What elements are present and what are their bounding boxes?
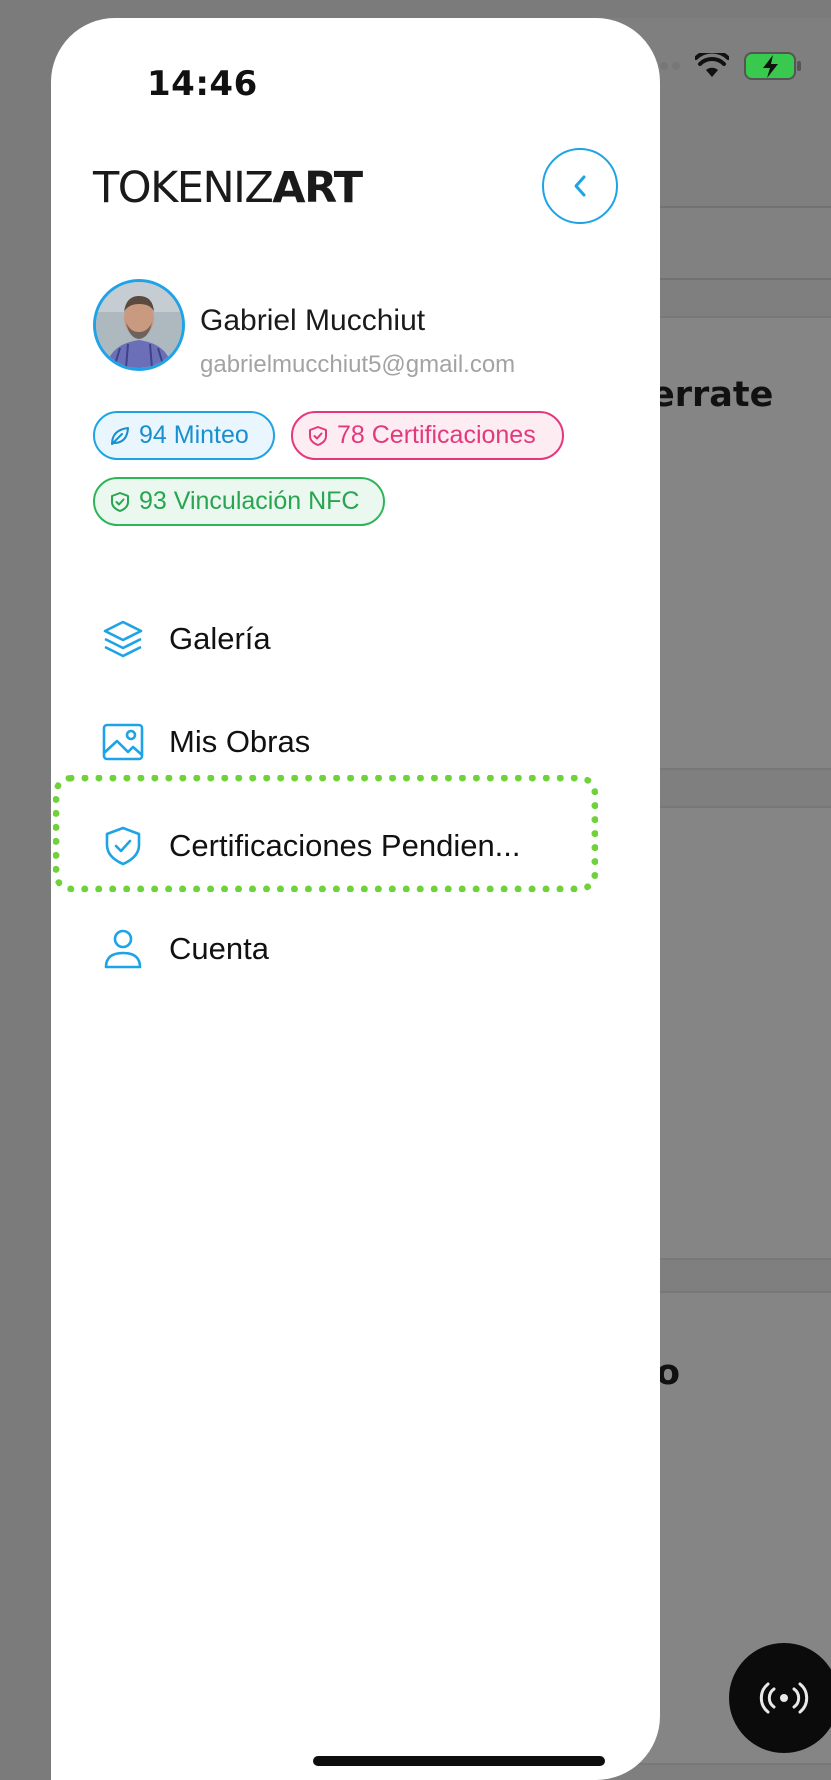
avatar bbox=[93, 279, 185, 371]
layers-icon bbox=[101, 617, 145, 661]
navigation-drawer: 14:46 TOKENIZART Gabriel Mucchiut gabrie… bbox=[51, 18, 660, 1780]
status-bar-icons bbox=[635, 46, 810, 86]
menu-item-label: Certificaciones Pendien... bbox=[169, 828, 521, 863]
nfc-signal-icon bbox=[759, 1682, 809, 1714]
nfc-fab-button[interactable] bbox=[729, 1643, 831, 1753]
minteo-badge-label: 94 Minteo bbox=[139, 421, 249, 449]
menu-item-label: Galería bbox=[169, 621, 271, 656]
nfc-badge: 93 Vinculación NFC bbox=[93, 477, 385, 526]
status-time: 14:46 bbox=[147, 64, 258, 104]
menu-item-label: Mis Obras bbox=[169, 724, 311, 759]
user-email: gabrielmucchiut5@gmail.com bbox=[200, 351, 516, 378]
menu-item-mis-obras[interactable]: Mis Obras bbox=[101, 712, 581, 772]
chevron-left-icon bbox=[574, 175, 586, 197]
shield-icon bbox=[309, 425, 327, 446]
image-icon bbox=[101, 720, 145, 764]
menu-item-certificaciones-pendientes[interactable]: Certificaciones Pendien... bbox=[101, 816, 581, 876]
menu-item-label: Cuenta bbox=[169, 931, 269, 966]
user-name: Gabriel Mucchiut bbox=[200, 304, 426, 337]
tokenizart-logo: TOKENIZART bbox=[93, 163, 363, 213]
close-drawer-button[interactable] bbox=[542, 148, 618, 224]
menu-item-galeria[interactable]: Galería bbox=[101, 609, 581, 669]
nfc-badge-label: 93 Vinculación NFC bbox=[139, 487, 360, 515]
certificaciones-badge: 78 Certificaciones bbox=[291, 411, 564, 460]
logo-text-bold: ART bbox=[272, 163, 363, 213]
home-indicator bbox=[313, 1756, 605, 1766]
wifi-icon bbox=[695, 53, 729, 77]
minteo-badge: 94 Minteo bbox=[93, 411, 275, 460]
shield-check-icon bbox=[101, 824, 145, 868]
battery-charging-icon bbox=[744, 52, 801, 80]
shield-icon bbox=[111, 491, 129, 512]
certificaciones-badge-label: 78 Certificaciones bbox=[337, 421, 536, 449]
menu-item-cuenta[interactable]: Cuenta bbox=[101, 919, 581, 979]
user-icon bbox=[101, 927, 145, 971]
leaf-icon bbox=[111, 426, 129, 445]
logo-text-light: TOKENIZ bbox=[93, 163, 274, 213]
